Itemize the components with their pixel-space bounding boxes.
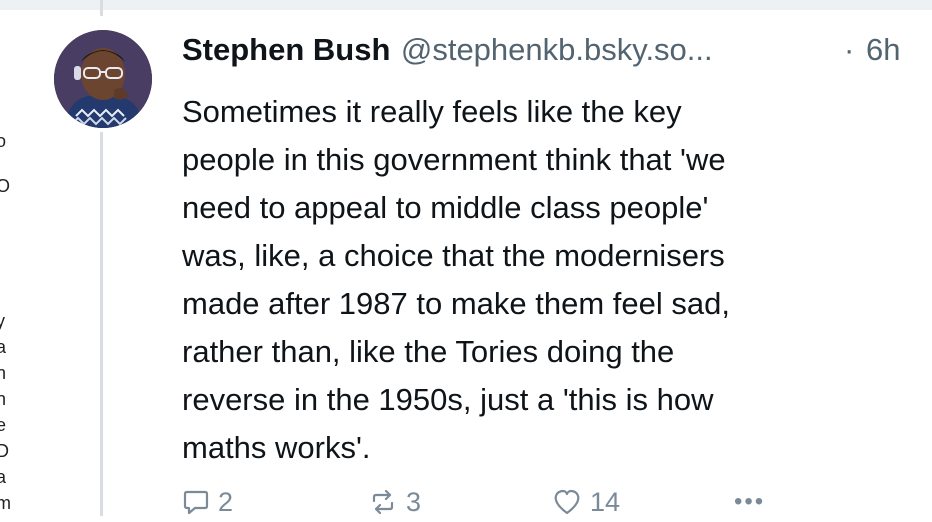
reply-icon bbox=[183, 490, 209, 515]
post-text-line: need to appeal to middle class people' bbox=[182, 190, 709, 225]
post-text-line: Sometimes it really feels like the key bbox=[182, 94, 682, 129]
post-text-line: rather than, like the Tories doing the bbox=[182, 334, 675, 369]
edge-fragment: n bbox=[0, 389, 7, 409]
post-actions: 2 3 14 ••• bbox=[182, 482, 902, 522]
separator-dot: · bbox=[844, 32, 855, 67]
reply-button[interactable]: 2 bbox=[182, 482, 233, 522]
repost-button[interactable]: 3 bbox=[368, 482, 421, 522]
repost-icon bbox=[372, 489, 394, 515]
edge-fragment: o bbox=[0, 131, 7, 151]
post-view: o O y a n n e D a m Stephen Bush @stephe… bbox=[0, 0, 932, 517]
edge-fragment: D bbox=[0, 441, 9, 461]
avatar-photo-icon bbox=[54, 30, 152, 128]
post-text-line: reverse in the 1950s, just a 'this is ho… bbox=[182, 382, 714, 417]
post-text: Sometimes it really feels like the key p… bbox=[182, 88, 902, 472]
more-icon: ••• bbox=[734, 488, 766, 515]
post-text-line: people in this government think that 'we bbox=[182, 142, 726, 177]
post-header: Stephen Bush @stephenkb.bsky.so... · 6h bbox=[182, 32, 912, 76]
thread-line bbox=[100, 132, 103, 516]
edge-fragment: a bbox=[0, 467, 7, 487]
edge-fragment: O bbox=[0, 176, 11, 196]
thread-line-top bbox=[100, 0, 103, 16]
more-options-button[interactable]: ••• bbox=[734, 482, 765, 522]
post-text-line: was, like, a choice that the modernisers bbox=[182, 238, 725, 273]
edge-fragment: e bbox=[0, 415, 7, 435]
post-text-line: maths works'. bbox=[182, 430, 371, 465]
like-button[interactable]: 14 bbox=[552, 482, 620, 522]
edge-fragment: y bbox=[0, 311, 5, 331]
post-timestamp[interactable]: 6h bbox=[866, 32, 900, 68]
author-handle[interactable]: @stephenkb.bsky.so... bbox=[401, 32, 713, 67]
top-divider bbox=[0, 0, 932, 10]
left-edge-cutoff-text: o O y a n n e D a m bbox=[0, 0, 16, 516]
like-icon bbox=[554, 489, 580, 515]
repost-count: 3 bbox=[406, 486, 422, 517]
edge-fragment: a bbox=[0, 337, 7, 357]
post-text-line: made after 1987 to make them feel sad, bbox=[182, 286, 730, 321]
edge-fragment: n bbox=[0, 363, 7, 383]
edge-fragment: m bbox=[0, 493, 11, 513]
reply-count: 2 bbox=[218, 486, 234, 517]
like-count: 14 bbox=[590, 486, 621, 517]
author-name[interactable]: Stephen Bush bbox=[182, 32, 390, 67]
avatar[interactable] bbox=[54, 30, 152, 128]
